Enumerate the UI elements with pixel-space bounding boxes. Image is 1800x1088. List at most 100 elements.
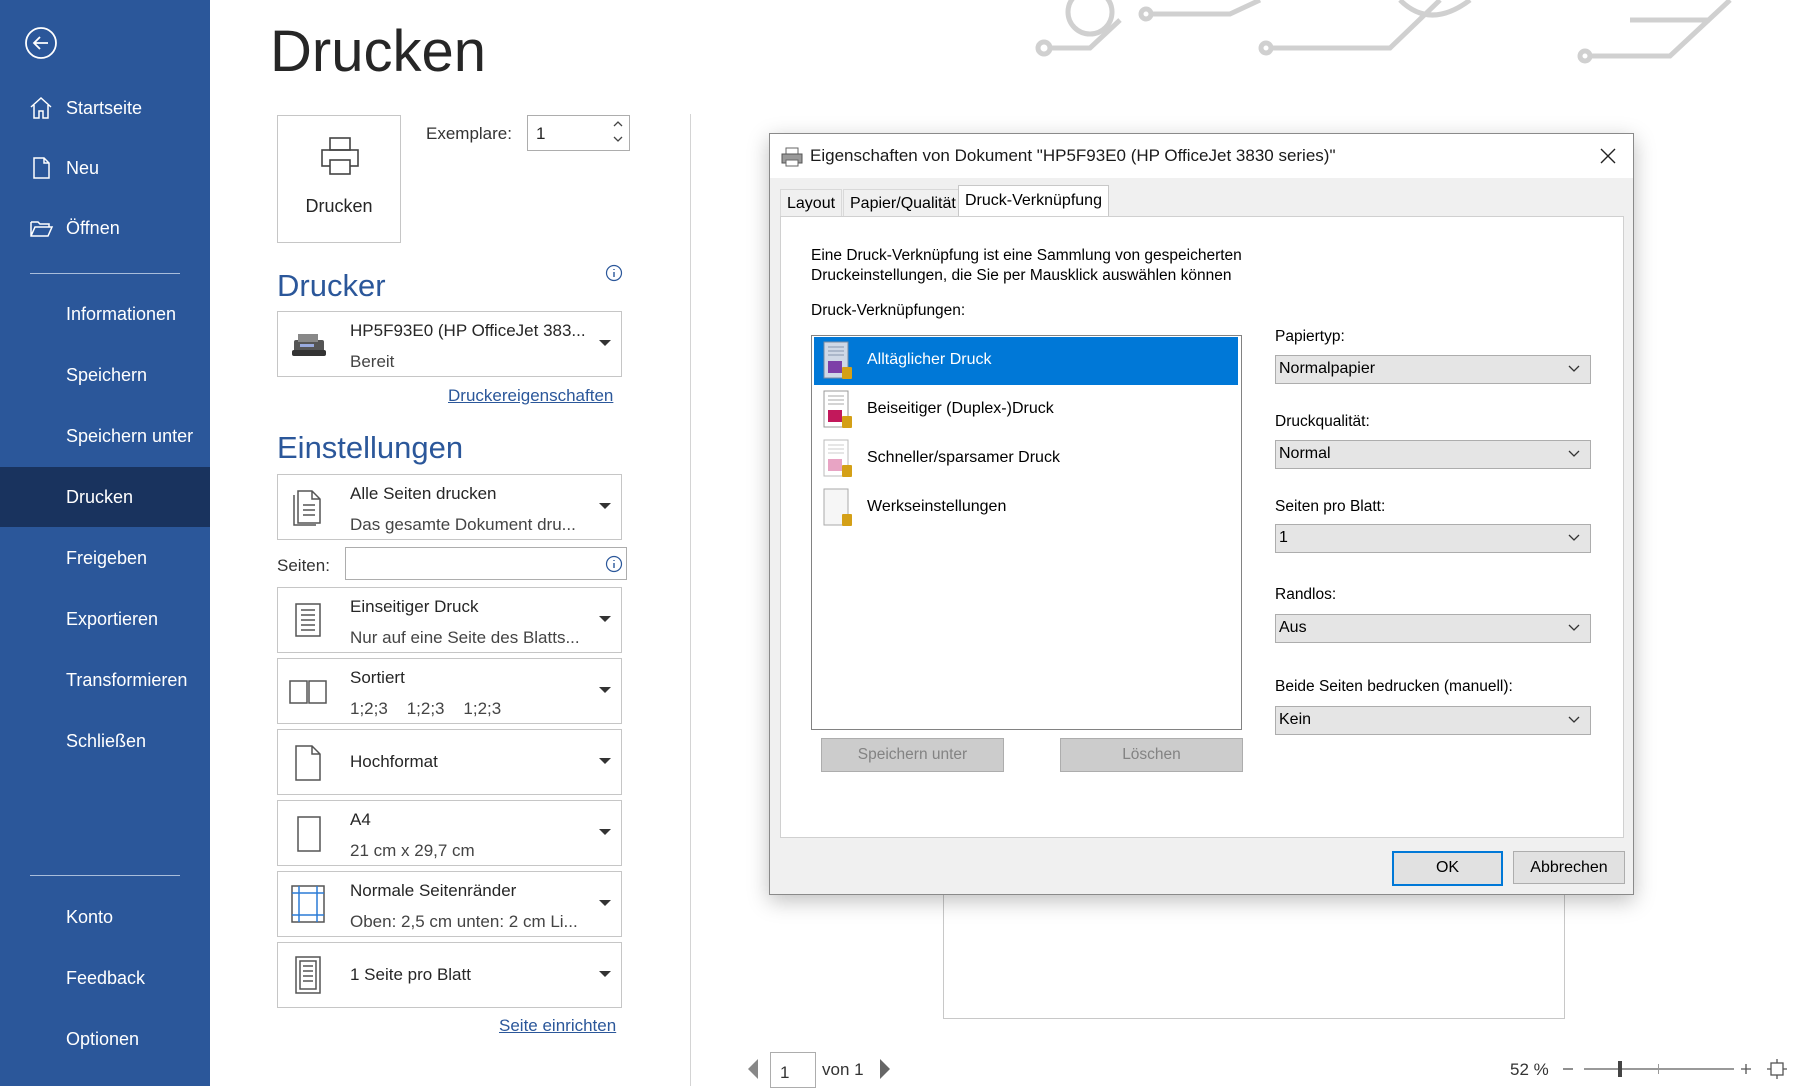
- paper-size-select[interactable]: A4 21 cm x 29,7 cm: [277, 800, 622, 866]
- pages-input[interactable]: [345, 547, 627, 580]
- pages-icon: [293, 490, 321, 526]
- nav-exportieren[interactable]: Exportieren: [0, 589, 210, 649]
- home-icon: [30, 96, 52, 119]
- info-icon[interactable]: [605, 264, 623, 282]
- settings-heading: Einstellungen: [277, 430, 464, 465]
- close-icon[interactable]: [1599, 147, 1617, 165]
- dropdown-arrow-icon: [599, 616, 611, 622]
- select-value: Aus: [1279, 619, 1307, 636]
- nav-schliessen[interactable]: Schließen: [0, 711, 210, 771]
- orientation-select[interactable]: Hochformat: [277, 729, 622, 795]
- zoom-in-icon[interactable]: [1739, 1062, 1753, 1076]
- zoom-out-icon[interactable]: [1561, 1062, 1575, 1076]
- cancel-button[interactable]: Abbrechen: [1513, 851, 1625, 884]
- print-quality-select[interactable]: Normal: [1275, 440, 1591, 469]
- fit-to-window-icon[interactable]: [1766, 1058, 1788, 1080]
- nav-optionen[interactable]: Optionen: [0, 1009, 210, 1069]
- nav-label: Informationen: [66, 303, 177, 324]
- pages-per-sheet-icon: [295, 956, 321, 994]
- dropdown-arrow-icon: [599, 503, 611, 509]
- duplex-select[interactable]: Einseitiger Druck Nur auf eine Seite des…: [277, 587, 622, 653]
- nav-informationen[interactable]: Informationen: [0, 284, 210, 344]
- spinner-down-icon[interactable]: [613, 135, 623, 143]
- nav-oeffnen[interactable]: Öffnen: [0, 198, 210, 258]
- shortcut-document-icon: [823, 439, 852, 477]
- manual-duplex-select[interactable]: Kein: [1275, 706, 1591, 735]
- shortcut-label: Schneller/sparsamer Druck: [867, 449, 1060, 466]
- nav-freigeben[interactable]: Freigeben: [0, 528, 210, 588]
- backstage-sidebar: Startseite Neu Öffnen Informationen Spei…: [0, 0, 210, 1086]
- option-title: Sortiert: [350, 668, 405, 687]
- ok-button[interactable]: OK: [1392, 851, 1503, 886]
- printer-small-icon: [781, 147, 803, 167]
- folder-open-icon: [30, 221, 54, 237]
- chevron-down-icon: [1568, 450, 1580, 457]
- shortcut-label: Werkseinstellungen: [867, 498, 1007, 515]
- field-label: Randlos:: [1275, 586, 1337, 603]
- option-title: 1 Seite pro Blatt: [350, 965, 471, 984]
- shortcut-document-icon: [823, 341, 852, 379]
- sidebar-divider: [30, 273, 180, 274]
- printer-icon: [321, 137, 359, 175]
- new-doc-icon: [33, 157, 50, 179]
- delete-button[interactable]: Löschen: [1060, 738, 1243, 772]
- copies-value: 1: [536, 124, 546, 143]
- pages-per-sheet-select[interactable]: 1 Seite pro Blatt: [277, 942, 622, 1008]
- list-item[interactable]: Werkseinstellungen: [814, 484, 1238, 532]
- option-title: Normale Seitenränder: [350, 881, 517, 900]
- borderless-select[interactable]: Aus: [1275, 614, 1591, 643]
- tab-layout[interactable]: Layout: [780, 189, 843, 217]
- nav-label: Transformieren: [66, 669, 188, 690]
- next-page-icon[interactable]: [878, 1058, 892, 1080]
- previous-page-icon[interactable]: [746, 1058, 760, 1080]
- nav-speichern-unter[interactable]: Speichern unter: [0, 406, 210, 466]
- nav-konto[interactable]: Konto: [0, 887, 210, 947]
- option-title: Alle Seiten drucken: [350, 484, 497, 503]
- page-setup-link[interactable]: Seite einrichten: [499, 1016, 616, 1036]
- list-item[interactable]: Beiseitiger (Duplex-)Druck: [814, 386, 1238, 434]
- shortcuts-list[interactable]: Alltäglicher Druck Beiseitiger (Duplex-)…: [811, 335, 1242, 730]
- tab-papier-qualitaet[interactable]: Papier/Qualität: [843, 189, 963, 217]
- nav-startseite[interactable]: Startseite: [0, 78, 210, 138]
- option-subtitle: Das gesamte Dokument dru...: [350, 515, 576, 534]
- nav-label: Freigeben: [66, 547, 148, 568]
- nav-neu[interactable]: Neu: [0, 138, 210, 198]
- spinner-up-icon[interactable]: [613, 120, 623, 128]
- dropdown-arrow-icon: [599, 971, 611, 977]
- print-range-select[interactable]: Alle Seiten drucken Das gesamte Dokument…: [277, 474, 622, 540]
- list-item[interactable]: Alltäglicher Druck: [814, 337, 1238, 385]
- nav-drucken[interactable]: Drucken: [0, 467, 210, 527]
- zoom-slider-thumb[interactable]: [1618, 1061, 1622, 1077]
- sidebar-divider: [30, 875, 180, 876]
- zoom-level: 52 %: [1510, 1060, 1549, 1079]
- nav-feedback[interactable]: Feedback: [0, 948, 210, 1008]
- portrait-icon: [295, 745, 321, 781]
- option-title: A4: [350, 810, 371, 829]
- zoom-slider-center-tick: [1658, 1064, 1659, 1074]
- shortcuts-label: Druck-Verknüpfungen:: [811, 302, 966, 319]
- nav-label: Feedback: [66, 967, 146, 988]
- zoom-slider[interactable]: [1584, 1061, 1734, 1077]
- back-button[interactable]: [24, 26, 58, 60]
- nav-transformieren[interactable]: Transformieren: [0, 650, 210, 710]
- collation-select[interactable]: Sortiert 1;2;3 1;2;3 1;2;3: [277, 658, 622, 724]
- chevron-down-icon: [1568, 534, 1580, 541]
- info-icon[interactable]: [605, 555, 623, 573]
- save-as-button[interactable]: Speichern unter: [821, 738, 1004, 772]
- nav-speichern[interactable]: Speichern: [0, 345, 210, 405]
- panel-divider: [690, 114, 691, 1086]
- select-value: Kein: [1279, 711, 1312, 728]
- page-number-input[interactable]: 1: [770, 1052, 816, 1088]
- copies-spinner[interactable]: 1: [527, 115, 630, 151]
- list-item[interactable]: Schneller/sparsamer Druck: [814, 435, 1238, 483]
- printer-properties-link[interactable]: Druckereigenschaften: [448, 386, 613, 406]
- shortcut-document-icon: [823, 488, 852, 526]
- document-properties-dialog: Eigenschaften von Dokument "HP5F93E0 (HP…: [769, 133, 1634, 895]
- margins-select[interactable]: Normale Seitenränder Oben: 2,5 cm unten:…: [277, 871, 622, 937]
- print-button[interactable]: Drucken: [277, 115, 401, 243]
- paper-type-select[interactable]: Normalpapier: [1275, 355, 1591, 384]
- pages-per-sheet-dialog-select[interactable]: 1: [1275, 524, 1591, 553]
- printer-select[interactable]: HP5F93E0 (HP OfficeJet 383... Bereit: [277, 311, 622, 377]
- tab-druck-verknuepfung[interactable]: Druck-Verknüpfung: [958, 185, 1109, 218]
- nav-label: Schließen: [66, 730, 147, 751]
